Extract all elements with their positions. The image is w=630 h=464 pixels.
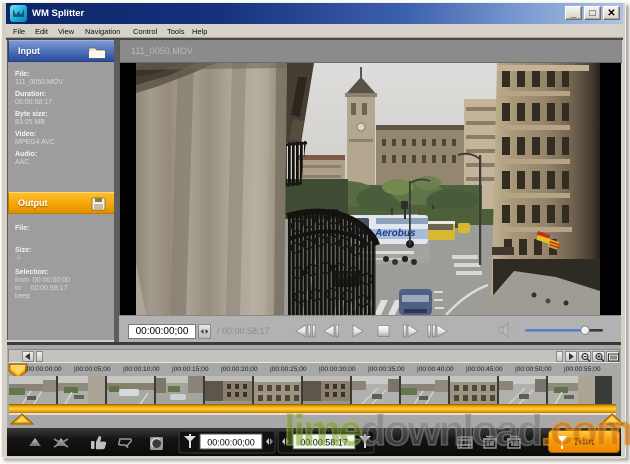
svg-text:00:00:00;00: 00:00:00;00 [207, 438, 255, 448]
